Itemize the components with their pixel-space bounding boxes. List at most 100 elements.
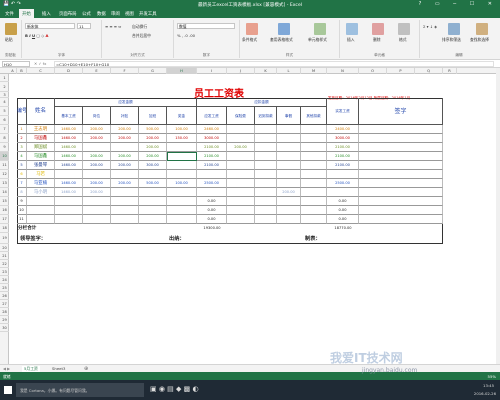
pay-value[interactable] [55, 215, 83, 224]
pay-value[interactable]: 1460.00 [55, 134, 83, 143]
pay-value[interactable]: 200.00 [139, 152, 167, 161]
deduct-value[interactable] [277, 170, 301, 179]
find-select-label[interactable]: 查找和选择 [470, 37, 489, 43]
signature-cell[interactable] [359, 179, 443, 188]
employee-name[interactable]: 张曼琴 [27, 161, 55, 170]
taskbar-app-icons[interactable]: ▣ ◉ ▤ ◆ ▩ ◐ [150, 385, 199, 393]
pay-value[interactable]: 200.00 [83, 161, 111, 170]
pay-value[interactable] [139, 170, 167, 179]
number-format-buttons[interactable]: % , .0 .00 [177, 33, 195, 38]
grand-total[interactable]: 19300.00 [197, 224, 227, 233]
pay-value[interactable] [139, 215, 167, 224]
pay-value[interactable]: 100.00 [167, 125, 197, 134]
pay-value[interactable] [55, 197, 83, 206]
signature-cell[interactable] [359, 161, 443, 170]
grand-actual[interactable]: 18770.00 [327, 224, 359, 233]
row-header-19[interactable]: 19 [0, 233, 9, 244]
actual-value[interactable]: 2100.00 [327, 143, 359, 152]
deduct-value[interactable] [255, 206, 277, 215]
deduct-value[interactable] [301, 152, 327, 161]
signature-cell[interactable] [359, 197, 443, 206]
align-buttons[interactable]: ≡ ≡ ≡ ⇔ [105, 24, 121, 29]
add-sheet-icon[interactable]: ⊕ [84, 366, 88, 372]
pay-value[interactable]: 500.00 [139, 125, 167, 134]
tab-0[interactable]: 文件 [2, 11, 17, 17]
row-header-26[interactable]: 26 [0, 292, 9, 300]
row-header-8[interactable]: 8 [0, 134, 9, 143]
signature-cell[interactable] [359, 188, 443, 197]
deduct-value[interactable] [227, 206, 255, 215]
insert-label[interactable]: 插入 [347, 37, 355, 43]
pay-value[interactable] [111, 170, 139, 179]
pay-value[interactable] [111, 206, 139, 215]
row-header-13[interactable]: 13 [0, 179, 9, 188]
pay-value[interactable]: 300.00 [139, 161, 167, 170]
table-format-icon[interactable] [278, 23, 290, 35]
name-box[interactable]: H10 [2, 61, 30, 67]
deduct-value[interactable]: 200.00 [277, 188, 301, 197]
formula-input[interactable]: =C10+D10+E10+F10+G10 [54, 61, 494, 67]
deduct-value[interactable] [301, 125, 327, 134]
actual-value[interactable] [327, 188, 359, 197]
pay-value[interactable] [111, 188, 139, 197]
total-value[interactable]: 2500.00 [197, 179, 227, 188]
tab-1[interactable]: 开始 [19, 9, 34, 18]
pay-value[interactable]: 200.00 [139, 143, 167, 152]
selected-cell-h10[interactable] [167, 152, 197, 161]
merge-center-button[interactable]: 合并后居中 [132, 33, 151, 39]
deduct-value[interactable] [277, 206, 301, 215]
pay-value[interactable] [111, 197, 139, 206]
row-header-6[interactable]: 6 [0, 116, 9, 125]
pay-value[interactable]: 200.00 [83, 134, 111, 143]
insert-icon[interactable] [346, 23, 358, 35]
signature-cell[interactable] [359, 152, 443, 161]
pay-value[interactable] [167, 215, 197, 224]
deduct-value[interactable] [301, 197, 327, 206]
employee-name[interactable] [27, 215, 55, 224]
row-header-30[interactable]: 30 [0, 324, 9, 332]
sum-button[interactable]: Σ ▾ ↓ ◈ [423, 24, 437, 29]
signature-cell[interactable] [359, 134, 443, 143]
row-header-24[interactable]: 24 [0, 276, 9, 284]
row-header-16[interactable]: 16 [0, 206, 9, 215]
row-header-4[interactable]: 4 [0, 98, 9, 107]
deduct-value[interactable] [277, 143, 301, 152]
deduct-value[interactable] [227, 125, 255, 134]
sheet-tab-1[interactable]: Sheet3 [52, 366, 65, 371]
deduct-value[interactable] [255, 188, 277, 197]
pay-value[interactable]: 200.00 [83, 152, 111, 161]
row-header-1[interactable]: 1 [0, 74, 9, 82]
bold-button[interactable]: B I U ▢ ◇ A [25, 33, 49, 38]
sort-filter-icon[interactable] [448, 23, 460, 35]
paste-label[interactable]: 粘贴 [5, 37, 13, 43]
tab-2[interactable]: 插入 [39, 11, 54, 17]
pay-value[interactable] [167, 170, 197, 179]
tab-7[interactable]: 视图 [122, 11, 137, 17]
pay-value[interactable] [139, 206, 167, 215]
deduct-value[interactable] [277, 215, 301, 224]
row-header-14[interactable]: 14 [0, 188, 9, 197]
employee-name[interactable] [27, 197, 55, 206]
actual-value[interactable]: 2100.00 [327, 152, 359, 161]
pay-value[interactable]: 200.00 [83, 179, 111, 188]
employee-name[interactable]: 马国鑫 [27, 134, 55, 143]
pay-value[interactable] [139, 188, 167, 197]
deduct-value[interactable] [227, 179, 255, 188]
pay-value[interactable]: 200.00 [83, 188, 111, 197]
pay-value[interactable]: 1460.00 [55, 152, 83, 161]
row-header-7[interactable]: 7 [0, 125, 9, 134]
deduct-value[interactable] [227, 152, 255, 161]
total-value[interactable]: 3000.00 [197, 134, 227, 143]
deduct-value[interactable] [277, 125, 301, 134]
total-value[interactable]: 2100.00 [197, 143, 227, 152]
number-format-select[interactable]: 数值 [177, 23, 235, 29]
pay-value[interactable] [111, 215, 139, 224]
total-value[interactable]: 2100.00 [197, 161, 227, 170]
pay-value[interactable] [55, 170, 83, 179]
actual-value[interactable]: 0.00 [327, 197, 359, 206]
pay-value[interactable]: 1460.00 [55, 179, 83, 188]
actual-value[interactable] [327, 170, 359, 179]
pay-value[interactable] [167, 161, 197, 170]
total-value[interactable]: 2460.00 [197, 125, 227, 134]
signature-cell[interactable] [359, 143, 443, 152]
